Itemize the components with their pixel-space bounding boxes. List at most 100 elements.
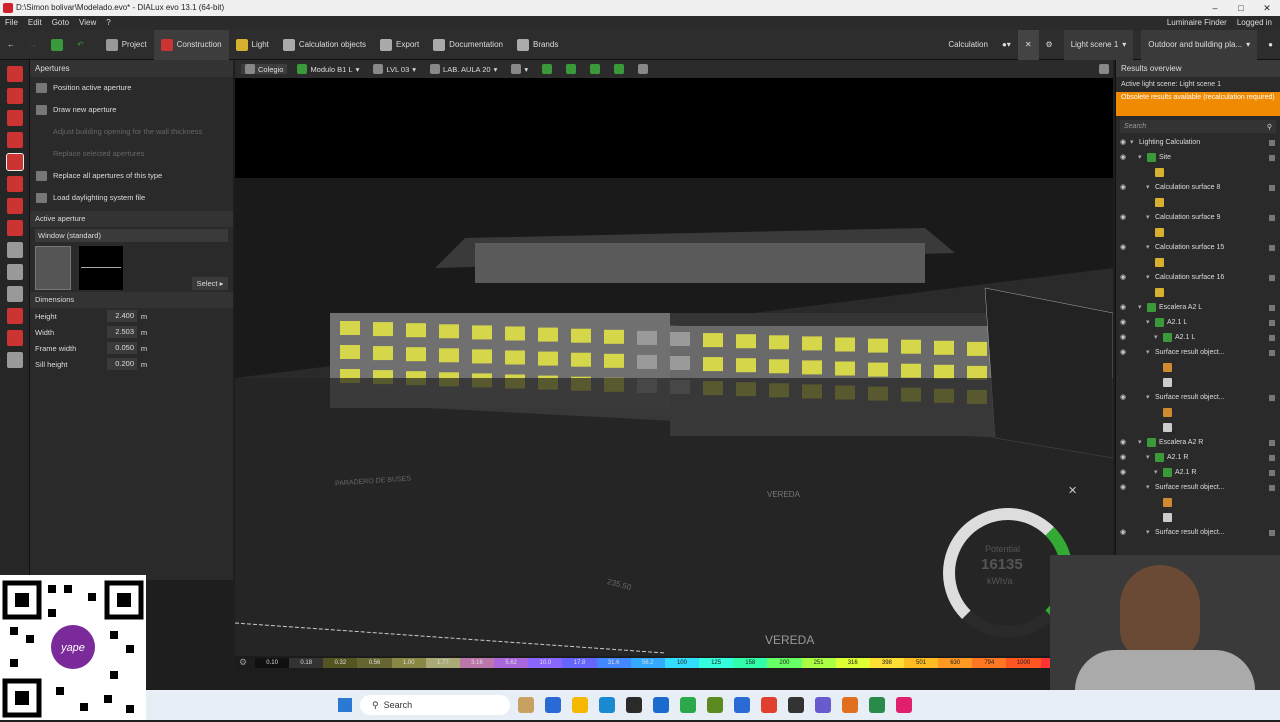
window-pane[interactable] — [340, 321, 360, 335]
window-pane[interactable] — [901, 363, 921, 378]
load-daylighting-action[interactable]: Load daylighting system file — [30, 187, 233, 209]
expand-chevron-icon[interactable]: ▾ — [1130, 135, 1139, 150]
visibility-eye-icon[interactable]: ◉ — [1120, 270, 1130, 285]
height-input[interactable]: 2.400 — [107, 310, 137, 322]
window-pane[interactable] — [835, 361, 855, 376]
breadcrumb-colegio[interactable]: Colegio — [241, 64, 288, 74]
outdoor-building-select[interactable]: Outdoor and building pla... ▾ — [1141, 29, 1258, 60]
obsolete-warning[interactable]: Obsolete results available (recalculatio… — [1116, 92, 1280, 116]
window-pane[interactable] — [604, 353, 624, 368]
width-input[interactable]: 2.503 — [107, 326, 137, 338]
wall-tool-icon[interactable] — [7, 132, 23, 148]
gear-icon[interactable]: ⚙ — [1039, 30, 1060, 60]
expand-chevron-icon[interactable]: ▾ — [1154, 330, 1163, 345]
visibility-eye-icon[interactable]: ◉ — [1120, 180, 1130, 195]
window-pane[interactable] — [670, 356, 690, 370]
replace-all-action[interactable]: Replace all apertures of this type — [30, 165, 233, 187]
draw-aperture-action[interactable]: Draw new aperture — [30, 99, 233, 121]
tree-row[interactable]: ◉ ▾ Surface result object... — [1116, 480, 1280, 495]
menu-edit[interactable]: Edit — [28, 16, 42, 30]
tab-calculation-objects[interactable]: Calculation objects — [276, 30, 373, 60]
tab-export[interactable]: Export — [373, 30, 426, 60]
expand-chevron-icon[interactable]: ▾ — [1146, 480, 1155, 495]
visibility-eye-icon[interactable]: ◉ — [1120, 315, 1130, 330]
visibility-eye-icon[interactable]: ◉ — [1120, 480, 1130, 495]
expand-chevron-icon[interactable]: ▾ — [1154, 465, 1163, 480]
window-pane[interactable] — [736, 334, 756, 349]
window-pane[interactable] — [538, 351, 558, 366]
tree-row[interactable] — [1116, 420, 1280, 435]
tree-row[interactable]: ◉ ▾ Escalera A2 L — [1116, 300, 1280, 315]
tree-row[interactable]: ◉ ▾ A2.1 R — [1116, 465, 1280, 480]
tree-row[interactable]: ◉ ▾ Calculation surface 15 — [1116, 240, 1280, 255]
adjust-opening-action[interactable]: Adjust building opening for the wall thi… — [30, 121, 233, 143]
calculation-button[interactable]: Calculation — [941, 30, 995, 60]
window-pane[interactable] — [439, 324, 459, 339]
back-button[interactable]: ← — [0, 30, 22, 60]
taskbar-app-icon[interactable] — [599, 697, 615, 713]
tree-row[interactable]: ◉ ▾ A2.1 L — [1116, 315, 1280, 330]
taskbar-app-icon[interactable] — [680, 697, 696, 713]
tree-row[interactable] — [1116, 285, 1280, 300]
tree-row[interactable]: ◉ ▾ Calculation surface 9 — [1116, 210, 1280, 225]
window-pane[interactable] — [802, 360, 822, 375]
menu-help[interactable]: ? — [106, 16, 110, 30]
expand-chevron-icon[interactable]: ▾ — [1146, 210, 1155, 225]
close-overlay-icon[interactable]: ✕ — [1068, 484, 1077, 497]
cut-tool-icon[interactable] — [7, 308, 23, 324]
taskbar-app-icon[interactable] — [869, 697, 885, 713]
tree-row[interactable] — [1116, 495, 1280, 510]
expand-chevron-icon[interactable]: ▾ — [1138, 300, 1147, 315]
expand-chevron-icon[interactable]: ▾ — [1138, 150, 1147, 165]
dimension-tool-icon[interactable] — [7, 352, 23, 368]
active-aperture-name[interactable]: Window (standard) — [35, 229, 228, 242]
window-pane[interactable] — [835, 337, 855, 352]
room-tool-icon[interactable] — [7, 110, 23, 126]
taskbar-app-icon[interactable] — [815, 697, 831, 713]
close-window-button[interactable]: ✕ — [1254, 0, 1280, 16]
window-pane[interactable] — [373, 322, 393, 337]
window-pane[interactable] — [604, 329, 624, 344]
visibility-eye-icon[interactable]: ◉ — [1120, 450, 1130, 465]
taskbar-app-icon[interactable] — [626, 697, 642, 713]
tab-light[interactable]: Light — [229, 30, 276, 60]
breadcrumb-module[interactable]: Modulo B1 L ▾ — [293, 64, 363, 74]
window-pane[interactable] — [340, 345, 360, 359]
window-pane[interactable] — [472, 349, 492, 364]
window-pane[interactable] — [637, 330, 657, 345]
materials-tool-icon[interactable] — [7, 264, 23, 280]
taskbar-app-icon[interactable] — [761, 697, 777, 713]
luminaire-finder-button[interactable]: Luminaire Finder — [1167, 16, 1227, 30]
login-status[interactable]: Logged in — [1237, 16, 1272, 30]
view-mode-button[interactable]: ▾ — [507, 64, 532, 74]
sill-height-input[interactable]: 0.200 — [107, 358, 137, 370]
position-aperture-action[interactable]: Position active aperture — [30, 77, 233, 99]
menu-file[interactable]: File — [5, 16, 18, 30]
taskbar-app-icon[interactable] — [545, 697, 561, 713]
expand-chevron-icon[interactable]: ▾ — [1146, 240, 1155, 255]
tree-row[interactable] — [1116, 405, 1280, 420]
stop-calculation-button[interactable]: ✕ — [1017, 29, 1039, 60]
tree-row[interactable]: ◉ ▾ Surface result object... — [1116, 345, 1280, 360]
roof-tool-icon[interactable] — [7, 198, 23, 214]
terrain-tool-icon[interactable] — [7, 286, 23, 302]
taskbar-app-icon[interactable] — [653, 697, 669, 713]
calculation-settings-icon[interactable]: ●▾ — [995, 30, 1018, 60]
breadcrumb-level[interactable]: LVL 03 ▾ — [369, 64, 420, 74]
replace-selected-action[interactable]: Replace selected apertures — [30, 143, 233, 165]
window-pane[interactable] — [670, 332, 690, 346]
expand-chevron-icon[interactable]: ▾ — [1146, 450, 1155, 465]
tree-row[interactable]: ◉ ▾ A2.1 L — [1116, 330, 1280, 345]
windows-start-icon[interactable] — [338, 698, 352, 712]
taskbar-app-icon[interactable] — [572, 697, 588, 713]
taskbar-app-icon[interactable] — [896, 697, 912, 713]
save-button[interactable] — [44, 30, 70, 60]
building-tool-icon[interactable] — [7, 66, 23, 82]
window-pane[interactable] — [472, 325, 492, 340]
window-pane[interactable] — [736, 358, 756, 373]
window-pane[interactable] — [538, 327, 558, 342]
window-pane[interactable] — [967, 341, 987, 356]
visibility-eye-icon[interactable]: ◉ — [1120, 210, 1130, 225]
tree-row[interactable] — [1116, 225, 1280, 240]
scale-settings-icon[interactable]: ⚙ — [239, 657, 247, 668]
